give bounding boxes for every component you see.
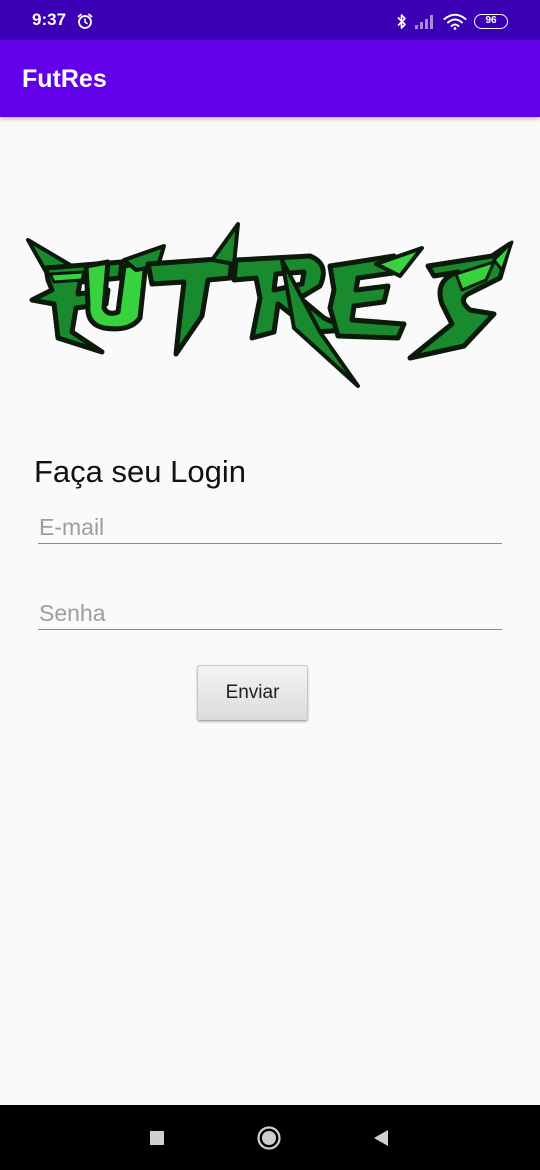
battery-icon: 96 xyxy=(474,13,508,29)
navigation-bar xyxy=(0,1105,540,1170)
cellular-signal-icon xyxy=(415,15,433,29)
status-time: 9:37 xyxy=(32,10,67,29)
logo-f-highlight xyxy=(48,270,86,284)
bluetooth-icon xyxy=(397,13,406,29)
password-field[interactable] xyxy=(38,585,503,630)
login-heading: Faça seu Login xyxy=(34,454,246,489)
recents-icon[interactable] xyxy=(144,1125,170,1151)
submit-button-label: Enviar xyxy=(225,682,280,703)
email-field[interactable] xyxy=(38,499,503,544)
wifi-icon xyxy=(443,13,467,30)
app-title: FutRes xyxy=(22,65,107,93)
futres-logo xyxy=(26,222,514,388)
status-bar: 9:37 96 xyxy=(0,0,540,40)
battery-level: 96 xyxy=(485,15,497,26)
email-input[interactable] xyxy=(38,514,503,541)
logo-spike-t xyxy=(210,222,240,266)
submit-button[interactable]: Enviar xyxy=(197,665,308,721)
back-icon[interactable] xyxy=(368,1125,394,1151)
app-bar: FutRes xyxy=(0,40,540,117)
logo-letter-t xyxy=(145,255,235,357)
status-icons: 96 xyxy=(396,11,508,31)
password-input[interactable] xyxy=(38,600,503,627)
alarm-icon xyxy=(77,13,93,29)
home-icon[interactable] xyxy=(256,1125,282,1151)
